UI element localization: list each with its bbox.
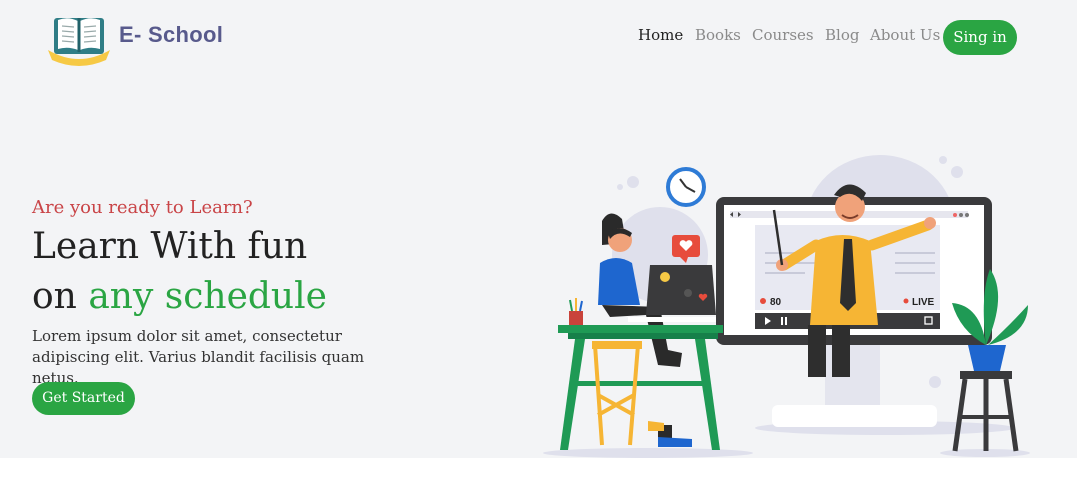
nav-courses[interactable]: Courses xyxy=(752,26,814,44)
hero-description: Lorem ipsum dolor sit amet, consectetur … xyxy=(32,327,365,387)
online-learning-illustration: 80 LIVE xyxy=(543,155,1030,458)
hero-heading-line2: on any schedule xyxy=(32,276,327,317)
hero-tagline: Are you ready to Learn? xyxy=(32,197,253,218)
live-label: LIVE xyxy=(912,297,935,308)
signin-button[interactable]: Sing in xyxy=(943,20,1017,55)
get-started-button[interactable]: Get Started xyxy=(32,382,135,415)
nav-about-us[interactable]: About Us xyxy=(870,26,940,44)
nav-home[interactable]: Home xyxy=(638,26,683,44)
brand-name[interactable]: E- School xyxy=(119,22,223,48)
viewer-count: 80 xyxy=(770,297,782,308)
nav-blog[interactable]: Blog xyxy=(825,26,859,44)
hero-heading-line1: Learn With fun xyxy=(32,226,308,267)
nav-books[interactable]: Books xyxy=(695,26,741,44)
heading-prefix: on xyxy=(32,276,89,317)
heading-highlight: any schedule xyxy=(88,276,327,317)
book-logo-icon[interactable] xyxy=(44,10,114,66)
